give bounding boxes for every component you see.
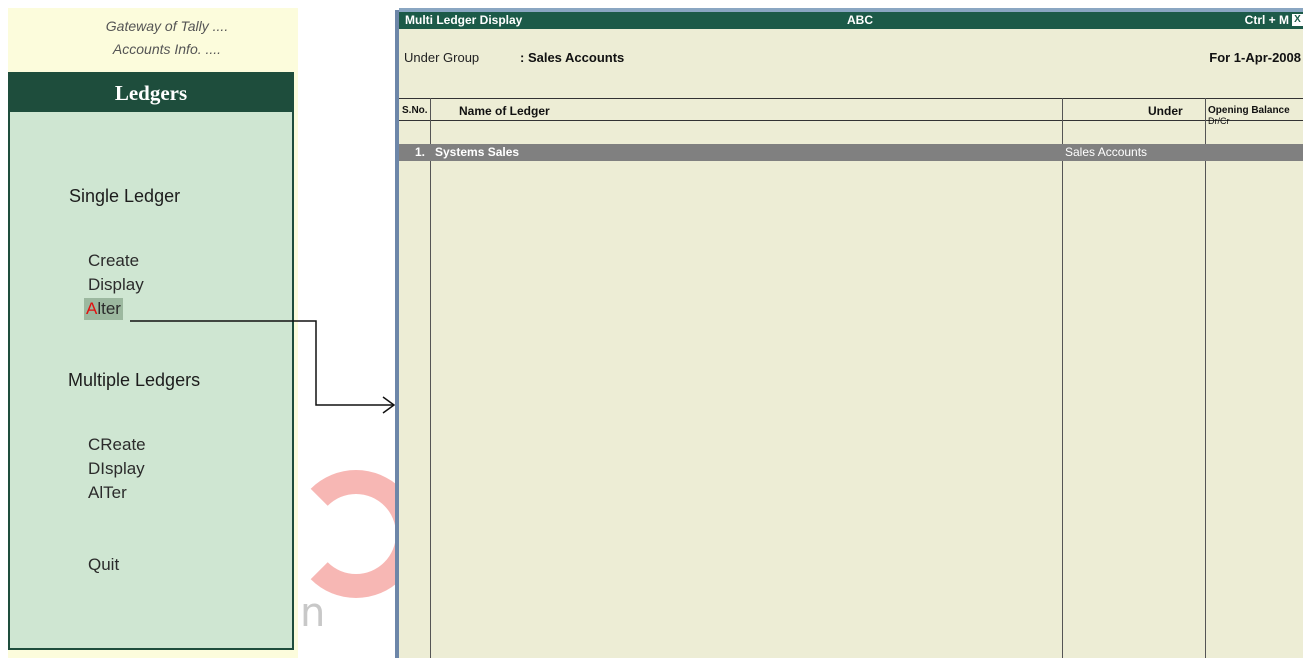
window-left-edge — [395, 10, 399, 658]
shortcut-label: Ctrl + M — [1244, 13, 1289, 27]
window-title: Multi Ledger Display — [405, 13, 523, 27]
connector-line — [130, 320, 394, 406]
header-top-rule — [399, 98, 1303, 99]
header-bottom-rule — [399, 120, 1303, 121]
under-group-value: : Sales Accounts — [520, 50, 625, 65]
column-divider — [430, 98, 431, 658]
window-title-bar: Multi Ledger Display ABC Ctrl + M X — [399, 12, 1303, 29]
column-header-under: Under — [1148, 104, 1183, 118]
drcr-label: Dr/Cr — [1208, 116, 1230, 126]
column-divider — [1062, 98, 1063, 658]
company-name: ABC — [847, 13, 873, 27]
row-ledger-name: Systems Sales — [435, 145, 520, 159]
period-label: For 1-Apr-2008 — [1209, 50, 1301, 65]
row-sno: 1. — [415, 145, 426, 159]
column-header-name: Name of Ledger — [459, 104, 550, 118]
column-header-opening-balance: Opening Balance Dr/Cr — [1208, 105, 1303, 127]
row-under: Sales Accounts — [1065, 145, 1148, 159]
opening-balance-label: Opening Balance — [1208, 105, 1290, 116]
column-divider — [1205, 98, 1206, 658]
close-icon[interactable]: X — [1292, 14, 1303, 26]
column-header-sno: S.No. — [402, 105, 428, 116]
under-group-label: Under Group — [404, 50, 480, 65]
table-row[interactable]: 1. Systems Sales Sales Accounts — [399, 144, 1303, 161]
